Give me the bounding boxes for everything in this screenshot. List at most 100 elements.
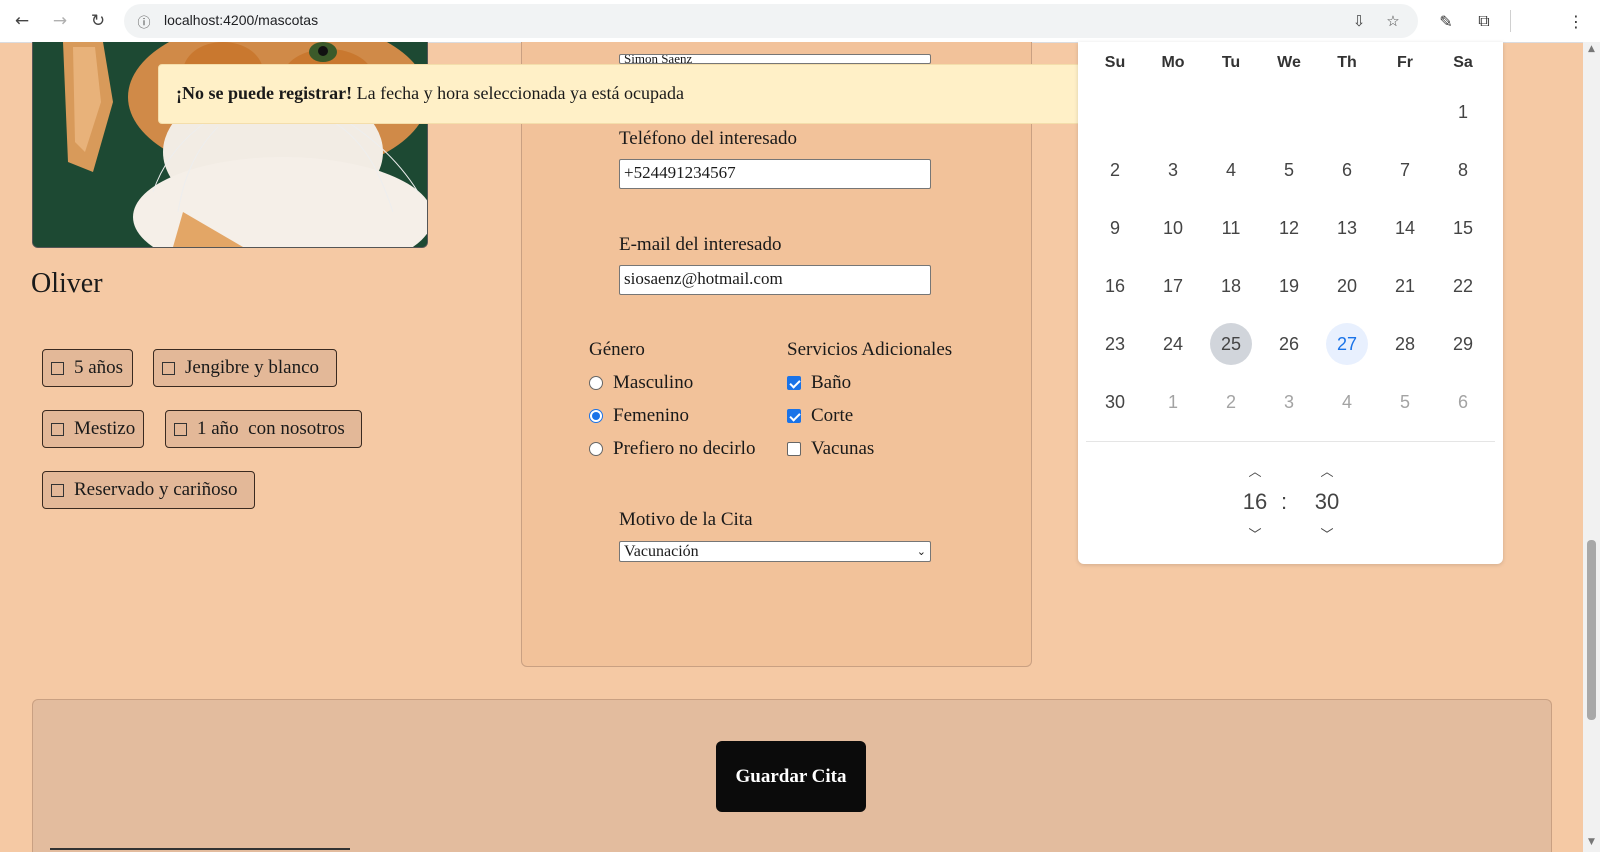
bookmark-star-icon[interactable]: ☆	[1382, 10, 1404, 32]
weekday-header: Tu	[1221, 54, 1241, 71]
reason-select[interactable]: Vacunación ⌄	[619, 541, 931, 562]
calendar-day[interactable]: 1	[1442, 91, 1484, 133]
date-time-picker: Su Mo Tu We Th Fr Sa 1 2 3 4 5 6 7 8 9 10 11 12 13 14 15 16 17…	[1078, 42, 1503, 564]
service-checkbox-vacunas[interactable]	[787, 442, 801, 456]
calendar-day[interactable]: 1	[1152, 381, 1194, 423]
calendar-day[interactable]: 6	[1442, 381, 1484, 423]
calendar-day[interactable]: 16	[1094, 265, 1136, 307]
calendar-day[interactable]: 20	[1326, 265, 1368, 307]
calendar-day[interactable]: 29	[1442, 323, 1484, 365]
gender-radio-femenino[interactable]	[589, 409, 603, 423]
weekday-header: Th	[1337, 54, 1357, 71]
calendar-day[interactable]: 5	[1384, 381, 1426, 423]
address-bar[interactable]: ⓘ localhost:4200/mascotas ⇩ ☆	[124, 4, 1418, 38]
calendar-day[interactable]: 23	[1094, 323, 1136, 365]
menu-icon[interactable]: ⋮	[1562, 7, 1590, 35]
calendar-day[interactable]: 5	[1268, 149, 1310, 191]
service-checkbox-corte[interactable]	[787, 409, 801, 423]
calendar-day[interactable]: 17	[1152, 265, 1194, 307]
calendar-day[interactable]: 4	[1326, 381, 1368, 423]
gender-label: Género	[589, 339, 645, 360]
weekday-header: Fr	[1397, 54, 1413, 71]
browser-toolbar: ← → ↻ ⓘ localhost:4200/mascotas ⇩ ☆ ✎ ⧉ …	[0, 0, 1600, 43]
service-checkbox-bano[interactable]	[787, 376, 801, 390]
gender-option-label: Masculino	[613, 372, 694, 393]
calendar-day[interactable]: 15	[1442, 207, 1484, 249]
hour-increment-icon[interactable]: ︿	[1244, 461, 1266, 480]
minute-decrement-icon[interactable]: ﹀	[1316, 524, 1338, 543]
phone-label: Teléfono del interesado	[619, 128, 798, 149]
reason-label: Motivo de la Cita	[619, 509, 753, 530]
calendar-day[interactable]: 26	[1268, 323, 1310, 365]
trait-chip[interactable]: 5 años	[42, 349, 133, 387]
calendar-day[interactable]: 4	[1210, 149, 1252, 191]
back-icon[interactable]: ←	[8, 7, 36, 35]
checkbox-square-icon	[162, 361, 175, 375]
calendar-day[interactable]: 9	[1094, 207, 1136, 249]
calendar-day[interactable]: 2	[1210, 381, 1252, 423]
url-text[interactable]: localhost:4200/mascotas	[164, 12, 318, 28]
calendar-day[interactable]: 28	[1384, 323, 1426, 365]
services-label: Servicios Adicionales	[787, 339, 953, 360]
trait-chip[interactable]: Reservado y cariñoso	[42, 471, 255, 509]
service-option-label: Corte	[811, 405, 854, 426]
calendar-day[interactable]: 8	[1442, 149, 1484, 191]
calendar-day[interactable]: 19	[1268, 265, 1310, 307]
service-option-label: Baño	[811, 372, 852, 393]
calendar-day[interactable]: 25	[1210, 323, 1252, 365]
alert-message: ¡No se puede registrar! La fecha y hora …	[176, 83, 684, 104]
chevron-down-icon: ⌄	[916, 545, 926, 558]
scrollbar-thumb[interactable]	[1587, 540, 1596, 720]
gender-radio-masculino[interactable]	[589, 376, 603, 390]
name-field[interactable]: Simon Saenz	[619, 54, 931, 64]
checkbox-square-icon	[51, 422, 64, 436]
checkbox-square-icon	[51, 361, 64, 375]
toolbar-divider	[1510, 10, 1511, 32]
trait-label: Jengibre y blanco	[185, 357, 320, 378]
site-info-icon[interactable]: ⓘ	[134, 11, 154, 31]
calendar-day[interactable]: 21	[1384, 265, 1426, 307]
calendar-day[interactable]: 13	[1326, 207, 1368, 249]
reload-icon[interactable]: ↻	[84, 7, 112, 35]
calendar-day[interactable]: 14	[1384, 207, 1426, 249]
hour-value[interactable]: 16	[1237, 489, 1273, 515]
gender-radio-prefiero-no-decirlo[interactable]	[589, 442, 603, 456]
calendar-day[interactable]: 12	[1268, 207, 1310, 249]
calendar-day[interactable]: 22	[1442, 265, 1484, 307]
calendar-day[interactable]: 3	[1152, 149, 1194, 191]
time-separator: :	[1280, 489, 1288, 514]
minute-increment-icon[interactable]: ︿	[1316, 461, 1338, 480]
forward-icon[interactable]: →	[46, 7, 74, 35]
extensions-icon[interactable]: ⧉	[1470, 7, 1498, 35]
scroll-up-icon[interactable]: ▲	[1586, 44, 1597, 55]
page-scrollbar[interactable]: ▲ ▼	[1583, 42, 1600, 852]
calendar-day[interactable]: 11	[1210, 207, 1252, 249]
calendar-day[interactable]: 24	[1152, 323, 1194, 365]
alert-title: ¡No se puede registrar!	[176, 83, 353, 103]
calendar-day[interactable]: 6	[1326, 149, 1368, 191]
checkbox-square-icon	[51, 483, 64, 497]
minute-value[interactable]: 30	[1309, 489, 1345, 515]
calendar-day[interactable]: 27	[1326, 323, 1368, 365]
hour-decrement-icon[interactable]: ﹀	[1244, 524, 1266, 543]
trait-label: Mestizo	[74, 418, 136, 439]
calendar-day[interactable]: 10	[1152, 207, 1194, 249]
save-appointment-button[interactable]: Guardar Cita	[716, 741, 866, 812]
calendar-day[interactable]: 7	[1384, 149, 1426, 191]
scroll-down-icon[interactable]: ▼	[1586, 837, 1597, 848]
eyedropper-icon[interactable]: ✎	[1432, 7, 1460, 35]
email-field[interactable]: siosaenz@hotmail.com	[619, 265, 931, 295]
trait-label: 5 años	[74, 357, 124, 378]
trait-chip[interactable]: Mestizo	[42, 410, 144, 448]
weekday-header: Mo	[1161, 54, 1185, 71]
trait-chip[interactable]: Jengibre y blanco	[153, 349, 337, 387]
trait-chip[interactable]: 1 año con nosotros	[165, 410, 362, 448]
calendar-day[interactable]: 3	[1268, 381, 1310, 423]
trait-label: Reservado y cariñoso	[74, 479, 238, 500]
bottom-divider	[50, 848, 350, 850]
calendar-day[interactable]: 18	[1210, 265, 1252, 307]
phone-field[interactable]: +524491234567	[619, 159, 931, 189]
calendar-day[interactable]: 2	[1094, 149, 1136, 191]
calendar-day[interactable]: 30	[1094, 381, 1136, 423]
install-icon[interactable]: ⇩	[1348, 10, 1370, 32]
